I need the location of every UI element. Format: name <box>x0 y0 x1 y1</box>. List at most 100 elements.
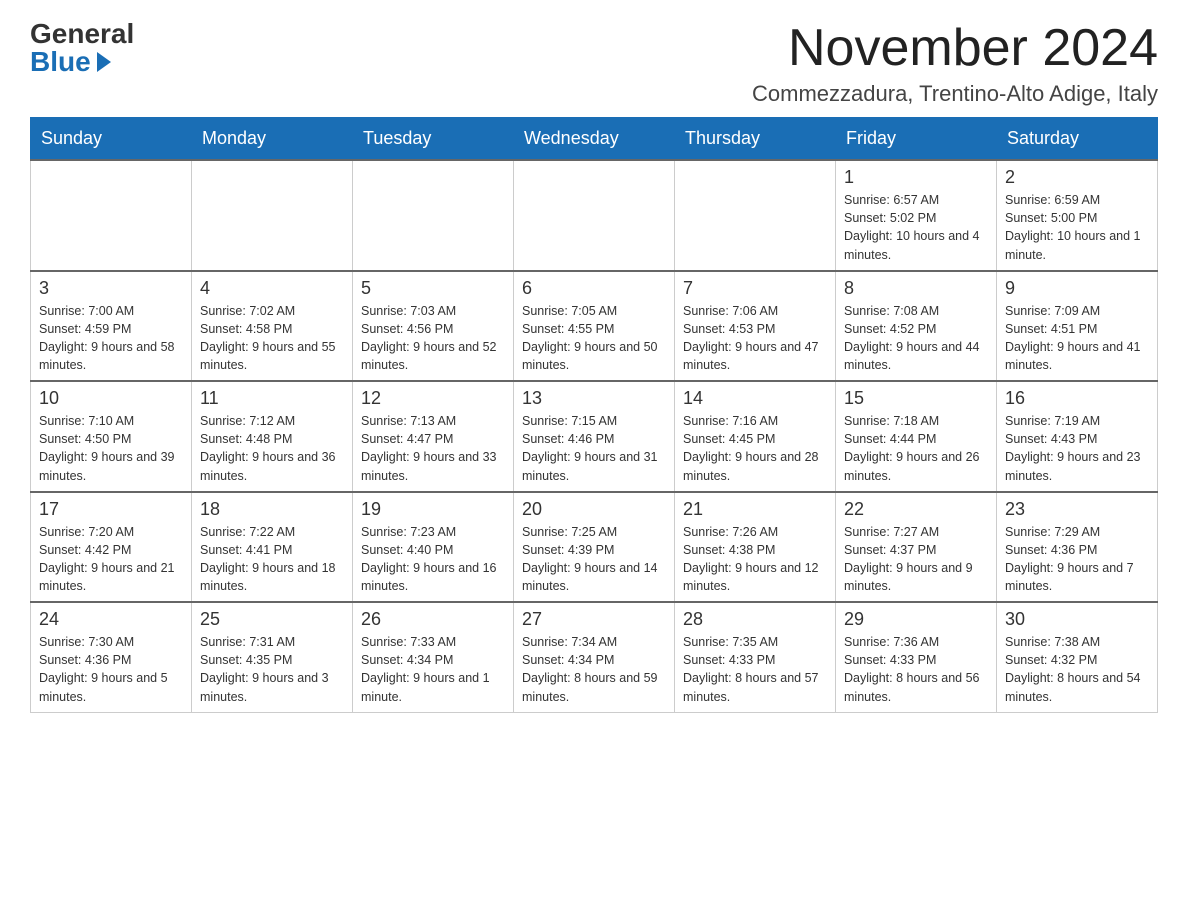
day-number: 11 <box>200 388 344 409</box>
day-info: Sunrise: 7:00 AMSunset: 4:59 PMDaylight:… <box>39 302 183 375</box>
day-number: 14 <box>683 388 827 409</box>
calendar-table: SundayMondayTuesdayWednesdayThursdayFrid… <box>30 117 1158 713</box>
calendar-cell: 13 Sunrise: 7:15 AMSunset: 4:46 PMDayligh… <box>514 381 675 492</box>
day-number: 28 <box>683 609 827 630</box>
calendar-cell: 22 Sunrise: 7:27 AMSunset: 4:37 PMDayligh… <box>836 492 997 603</box>
calendar-cell: 24 Sunrise: 7:30 AMSunset: 4:36 PMDayligh… <box>31 602 192 712</box>
logo-general-text: General <box>30 20 134 48</box>
day-of-week-header: Tuesday <box>353 118 514 161</box>
day-number: 2 <box>1005 167 1149 188</box>
day-number: 26 <box>361 609 505 630</box>
day-number: 4 <box>200 278 344 299</box>
calendar-cell <box>192 160 353 271</box>
calendar-cell: 10 Sunrise: 7:10 AMSunset: 4:50 PMDayligh… <box>31 381 192 492</box>
day-number: 21 <box>683 499 827 520</box>
calendar-cell: 19 Sunrise: 7:23 AMSunset: 4:40 PMDayligh… <box>353 492 514 603</box>
calendar-cell: 14 Sunrise: 7:16 AMSunset: 4:45 PMDayligh… <box>675 381 836 492</box>
week-row: 17 Sunrise: 7:20 AMSunset: 4:42 PMDayligh… <box>31 492 1158 603</box>
day-number: 9 <box>1005 278 1149 299</box>
calendar-cell: 17 Sunrise: 7:20 AMSunset: 4:42 PMDayligh… <box>31 492 192 603</box>
calendar-cell: 26Sunrise: 7:33 AMSunset: 4:34 PMDayligh… <box>353 602 514 712</box>
day-number: 10 <box>39 388 183 409</box>
day-number: 20 <box>522 499 666 520</box>
day-info: Sunrise: 7:03 AMSunset: 4:56 PMDaylight:… <box>361 302 505 375</box>
calendar-cell: 12 Sunrise: 7:13 AMSunset: 4:47 PMDayligh… <box>353 381 514 492</box>
calendar-cell: 18 Sunrise: 7:22 AMSunset: 4:41 PMDayligh… <box>192 492 353 603</box>
calendar-cell: 29Sunrise: 7:36 AMSunset: 4:33 PMDayligh… <box>836 602 997 712</box>
week-row: 10 Sunrise: 7:10 AMSunset: 4:50 PMDayligh… <box>31 381 1158 492</box>
day-info: Sunrise: 7:30 AMSunset: 4:36 PMDaylight:… <box>39 633 183 706</box>
day-info: Sunrise: 7:15 AMSunset: 4:46 PMDaylight:… <box>522 412 666 485</box>
calendar-cell: 21 Sunrise: 7:26 AMSunset: 4:38 PMDayligh… <box>675 492 836 603</box>
day-info: Sunrise: 7:26 AMSunset: 4:38 PMDaylight:… <box>683 523 827 596</box>
days-of-week-row: SundayMondayTuesdayWednesdayThursdayFrid… <box>31 118 1158 161</box>
day-info: Sunrise: 7:08 AMSunset: 4:52 PMDaylight:… <box>844 302 988 375</box>
day-info: Sunrise: 7:12 AMSunset: 4:48 PMDaylight:… <box>200 412 344 485</box>
day-info: Sunrise: 6:57 AMSunset: 5:02 PMDaylight:… <box>844 191 988 264</box>
day-number: 8 <box>844 278 988 299</box>
calendar-cell: 4 Sunrise: 7:02 AMSunset: 4:58 PMDaylight… <box>192 271 353 382</box>
day-info: Sunrise: 7:27 AMSunset: 4:37 PMDaylight:… <box>844 523 988 596</box>
day-of-week-header: Wednesday <box>514 118 675 161</box>
day-info: Sunrise: 7:13 AMSunset: 4:47 PMDaylight:… <box>361 412 505 485</box>
logo: General Blue <box>30 20 134 76</box>
calendar-cell: 27 Sunrise: 7:34 AMSunset: 4:34 PMDayligh… <box>514 602 675 712</box>
week-row: 24 Sunrise: 7:30 AMSunset: 4:36 PMDayligh… <box>31 602 1158 712</box>
day-info: Sunrise: 7:18 AMSunset: 4:44 PMDaylight:… <box>844 412 988 485</box>
day-number: 1 <box>844 167 988 188</box>
calendar-cell: 28 Sunrise: 7:35 AMSunset: 4:33 PMDayligh… <box>675 602 836 712</box>
day-info: Sunrise: 7:02 AMSunset: 4:58 PMDaylight:… <box>200 302 344 375</box>
day-number: 12 <box>361 388 505 409</box>
calendar-cell: 1 Sunrise: 6:57 AMSunset: 5:02 PMDaylight… <box>836 160 997 271</box>
day-number: 22 <box>844 499 988 520</box>
page-header: General Blue November 2024 Commezzadura,… <box>30 20 1158 107</box>
calendar-cell: 2Sunrise: 6:59 AMSunset: 5:00 PMDaylight… <box>997 160 1158 271</box>
calendar-cell: 3Sunrise: 7:00 AMSunset: 4:59 PMDaylight… <box>31 271 192 382</box>
calendar-cell: 7Sunrise: 7:06 AMSunset: 4:53 PMDaylight… <box>675 271 836 382</box>
day-number: 15 <box>844 388 988 409</box>
day-number: 17 <box>39 499 183 520</box>
day-number: 7 <box>683 278 827 299</box>
day-info: Sunrise: 7:25 AMSunset: 4:39 PMDaylight:… <box>522 523 666 596</box>
month-title: November 2024 <box>752 20 1158 77</box>
day-number: 23 <box>1005 499 1149 520</box>
title-area: November 2024 Commezzadura, Trentino-Alt… <box>752 20 1158 107</box>
day-info: Sunrise: 7:29 AMSunset: 4:36 PMDaylight:… <box>1005 523 1149 596</box>
day-number: 30 <box>1005 609 1149 630</box>
day-info: Sunrise: 7:10 AMSunset: 4:50 PMDaylight:… <box>39 412 183 485</box>
location-subtitle: Commezzadura, Trentino-Alto Adige, Italy <box>752 81 1158 107</box>
day-info: Sunrise: 7:31 AMSunset: 4:35 PMDaylight:… <box>200 633 344 706</box>
calendar-cell: 11 Sunrise: 7:12 AMSunset: 4:48 PMDayligh… <box>192 381 353 492</box>
day-number: 13 <box>522 388 666 409</box>
calendar-cell: 20 Sunrise: 7:25 AMSunset: 4:39 PMDayligh… <box>514 492 675 603</box>
day-number: 24 <box>39 609 183 630</box>
logo-blue-text: Blue <box>30 48 111 76</box>
day-number: 19 <box>361 499 505 520</box>
calendar-cell <box>353 160 514 271</box>
day-info: Sunrise: 7:35 AMSunset: 4:33 PMDaylight:… <box>683 633 827 706</box>
day-number: 16 <box>1005 388 1149 409</box>
logo-arrow-icon <box>97 52 111 72</box>
calendar-cell: 8 Sunrise: 7:08 AMSunset: 4:52 PMDaylight… <box>836 271 997 382</box>
day-of-week-header: Monday <box>192 118 353 161</box>
day-info: Sunrise: 7:20 AMSunset: 4:42 PMDaylight:… <box>39 523 183 596</box>
day-info: Sunrise: 7:05 AMSunset: 4:55 PMDaylight:… <box>522 302 666 375</box>
day-number: 27 <box>522 609 666 630</box>
day-number: 18 <box>200 499 344 520</box>
day-info: Sunrise: 7:16 AMSunset: 4:45 PMDaylight:… <box>683 412 827 485</box>
calendar-cell: 6Sunrise: 7:05 AMSunset: 4:55 PMDaylight… <box>514 271 675 382</box>
day-of-week-header: Saturday <box>997 118 1158 161</box>
week-row: 3Sunrise: 7:00 AMSunset: 4:59 PMDaylight… <box>31 271 1158 382</box>
calendar-cell: 30Sunrise: 7:38 AMSunset: 4:32 PMDayligh… <box>997 602 1158 712</box>
day-info: Sunrise: 7:22 AMSunset: 4:41 PMDaylight:… <box>200 523 344 596</box>
day-info: Sunrise: 7:34 AMSunset: 4:34 PMDaylight:… <box>522 633 666 706</box>
day-of-week-header: Thursday <box>675 118 836 161</box>
day-info: Sunrise: 7:23 AMSunset: 4:40 PMDaylight:… <box>361 523 505 596</box>
calendar-cell <box>675 160 836 271</box>
day-number: 5 <box>361 278 505 299</box>
day-of-week-header: Friday <box>836 118 997 161</box>
calendar-cell: 5 Sunrise: 7:03 AMSunset: 4:56 PMDaylight… <box>353 271 514 382</box>
calendar-cell: 23 Sunrise: 7:29 AMSunset: 4:36 PMDayligh… <box>997 492 1158 603</box>
day-number: 29 <box>844 609 988 630</box>
calendar-cell: 16Sunrise: 7:19 AMSunset: 4:43 PMDayligh… <box>997 381 1158 492</box>
